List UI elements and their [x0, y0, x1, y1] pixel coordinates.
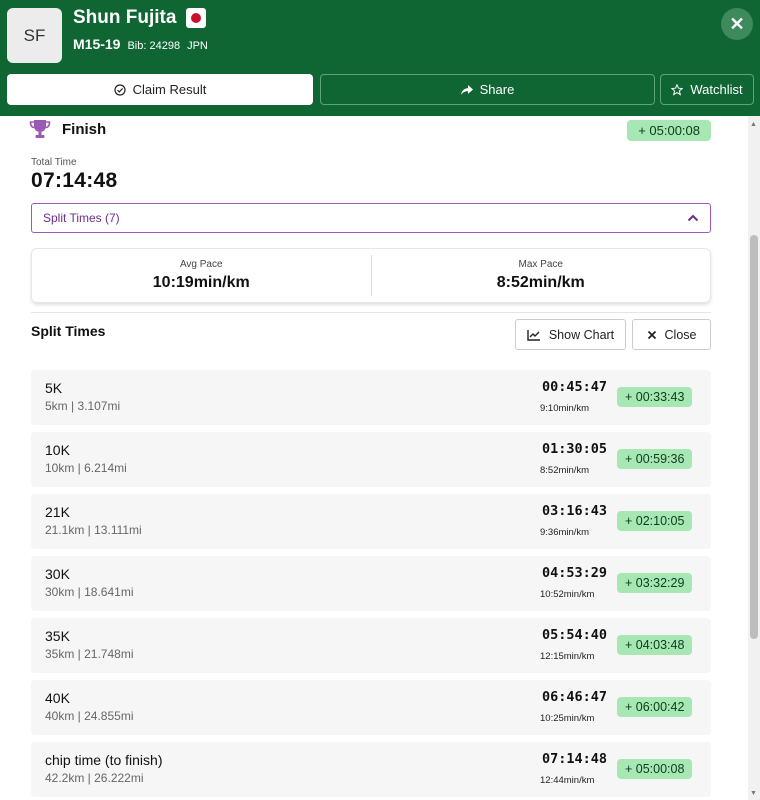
- athlete-name: Shun Fujita: [73, 7, 177, 28]
- japan-flag-icon: [186, 8, 206, 28]
- split-diff-badge: + 03:32:29: [617, 573, 693, 593]
- star-icon: [671, 83, 684, 96]
- split-pace: 9:10min/km: [540, 403, 590, 414]
- split-diff-badge: + 05:00:08: [617, 759, 693, 779]
- close-label: Close: [664, 327, 697, 342]
- scroll-thumb[interactable]: [750, 235, 758, 639]
- split-distance: 5km | 3.107mi: [45, 399, 121, 413]
- athlete-meta: M15-19 Bib: 24298 JPN: [73, 36, 208, 52]
- split-row: 30K 30km | 18.641mi 04:53:29 10:52min/km…: [31, 556, 711, 611]
- split-time: 05:54:40: [541, 627, 607, 643]
- age-category: M15-19: [73, 36, 121, 52]
- split-pace: 8:52min/km: [540, 465, 590, 476]
- split-times-title: Split Times: [31, 323, 106, 339]
- share-arrow-icon: [460, 84, 473, 95]
- divider: [31, 312, 711, 313]
- split-distance: 40km | 24.855mi: [45, 709, 134, 723]
- total-time-label: Total Time: [31, 157, 77, 168]
- finish-label: Finish: [62, 120, 107, 138]
- show-chart-button[interactable]: Show Chart: [515, 319, 626, 350]
- total-time-value: 07:14:48: [31, 169, 118, 192]
- claim-result-label: Claim Result: [132, 82, 207, 97]
- max-pace-value: 8:52min/km: [496, 274, 585, 291]
- split-diff-badge: + 02:10:05: [617, 511, 693, 531]
- split-row: 21K 21.1km | 13.111mi 03:16:43 9:36min/k…: [31, 494, 711, 549]
- split-name: 21K: [45, 504, 70, 520]
- split-name: 30K: [45, 566, 70, 582]
- split-pace: 12:44min/km: [540, 775, 595, 786]
- avg-pace-label: Avg Pace: [179, 259, 223, 270]
- split-list: 5K 5km | 3.107mi 00:45:47 9:10min/km + 0…: [31, 370, 711, 800]
- split-name: 10K: [45, 442, 70, 458]
- share-label: Share: [479, 82, 515, 97]
- finish-row: Finish: [29, 119, 106, 139]
- country-code: JPN: [187, 40, 208, 52]
- max-pace: Max Pace 8:52min/km: [370, 255, 711, 296]
- avatar: SF: [7, 8, 62, 63]
- split-time: 00:45:47: [541, 379, 607, 395]
- split-diff-badge: + 04:03:48: [617, 635, 693, 655]
- scrollbar[interactable]: ▲ ▼: [748, 116, 760, 800]
- chevron-up-icon: [687, 214, 699, 222]
- result-card: Finish + 05:00:08 Total Time 07:14:48 Sp…: [12, 116, 734, 800]
- line-chart-icon: [527, 329, 540, 341]
- max-pace-label: Max Pace: [518, 259, 563, 270]
- split-pace: 12:15min/km: [540, 651, 595, 662]
- finish-diff-badge: + 05:00:08: [627, 120, 711, 141]
- scroll-down-arrow-icon[interactable]: ▼: [750, 790, 757, 797]
- avg-pace-value: 10:19min/km: [152, 274, 250, 291]
- split-row: chip time (to finish) 42.2km | 26.222mi …: [31, 742, 711, 797]
- split-pace: 10:52min/km: [540, 589, 595, 600]
- close-icon: [647, 330, 656, 339]
- watchlist-label: Watchlist: [690, 82, 743, 97]
- show-chart-label: Show Chart: [548, 327, 615, 342]
- split-row: 35K 35km | 21.748mi 05:54:40 12:15min/km…: [31, 618, 711, 673]
- split-distance: 21.1km | 13.111mi: [45, 523, 142, 537]
- share-button[interactable]: Share: [320, 74, 655, 105]
- split-times-toggle-label: Split Times (7): [43, 211, 120, 225]
- trophy-icon: [29, 120, 51, 138]
- pace-summary: Avg Pace 10:19min/km Max Pace 8:52min/km: [31, 248, 711, 303]
- split-pace: 9:36min/km: [540, 527, 590, 538]
- split-distance: 42.2km | 26.222mi: [45, 771, 144, 785]
- split-diff-badge: + 06:00:42: [617, 697, 693, 717]
- watchlist-button[interactable]: Watchlist: [660, 74, 754, 105]
- split-row: 10K 10km | 6.214mi 01:30:05 8:52min/km +…: [31, 432, 711, 487]
- bib-number: Bib: 24298: [127, 40, 181, 52]
- split-time: 03:16:43: [541, 503, 607, 519]
- split-diff-badge: + 00:33:43: [617, 387, 693, 407]
- split-name: chip time (to finish): [45, 752, 163, 768]
- split-row: 5K 5km | 3.107mi 00:45:47 9:10min/km + 0…: [31, 370, 711, 425]
- close-splits-button[interactable]: Close: [632, 319, 711, 350]
- athlete-header: SF Shun Fujita M15-19 Bib: 24298 JPN ✕ C…: [0, 0, 760, 116]
- claim-result-button[interactable]: Claim Result: [7, 74, 313, 105]
- scroll-up-arrow-icon[interactable]: ▲: [750, 121, 757, 128]
- split-row: 40K 40km | 24.855mi 06:46:47 10:25min/km…: [31, 680, 711, 735]
- close-icon[interactable]: ✕: [721, 8, 753, 40]
- split-distance: 35km | 21.748mi: [45, 647, 134, 661]
- split-time: 06:46:47: [541, 689, 607, 705]
- split-name: 5K: [45, 380, 63, 396]
- split-distance: 10km | 6.214mi: [45, 461, 127, 475]
- split-diff-badge: + 00:59:36: [617, 449, 693, 469]
- split-pace: 10:25min/km: [540, 713, 595, 724]
- split-name: 35K: [45, 628, 70, 644]
- split-time: 01:30:05: [541, 441, 607, 457]
- split-distance: 30km | 18.641mi: [45, 585, 134, 599]
- split-name: 40K: [45, 690, 70, 706]
- split-time: 04:53:29: [541, 565, 607, 581]
- split-time: 07:14:48: [541, 751, 607, 767]
- split-times-toggle[interactable]: Split Times (7): [31, 203, 711, 233]
- avg-pace: Avg Pace 10:19min/km: [32, 249, 371, 302]
- check-circle-icon: [114, 83, 126, 96]
